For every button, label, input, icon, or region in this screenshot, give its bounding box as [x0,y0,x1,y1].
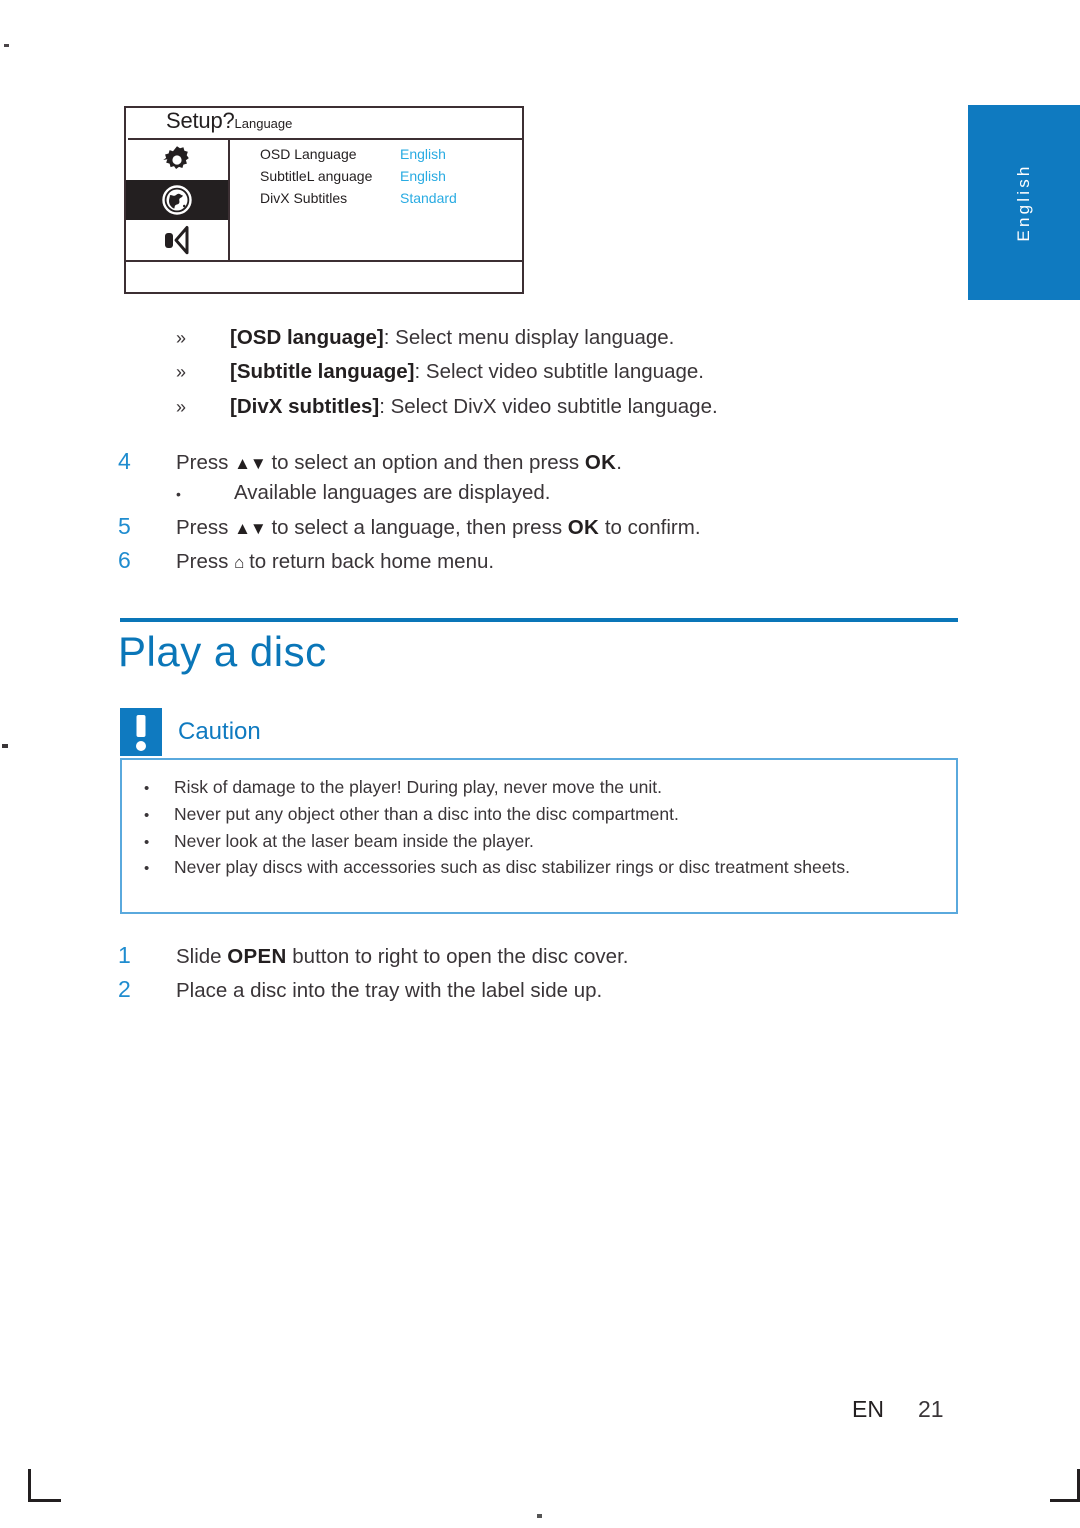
option-desc: : Select DivX video subtitle language. [379,394,718,418]
osd-footer-bar [126,260,522,292]
step-item: 6 Press ⌂ to return back home menu. [118,543,978,577]
registration-tick-top-left [4,44,9,47]
step-text: Place a disc into the tray with the labe… [176,979,603,1003]
list-item: » [OSD language]: Select menu display la… [176,324,976,352]
crop-mark-bottom-left-vertical [28,1469,31,1502]
option-term: [DivX subtitles] [230,394,380,418]
option-desc: : Select menu display language. [383,326,675,349]
list-item: » [DivX subtitles]: Select DivX video su… [176,393,976,421]
language-tab-label: English [1014,163,1033,242]
osd-row-subtitle-language[interactable]: SubtitleL anguage English [260,168,510,190]
option-term: [OSD language] [230,326,384,349]
speaker-icon [159,224,195,256]
globe-icon [160,183,194,217]
option-desc: : Select video subtitle language. [414,360,704,384]
caution-list: • Risk of damage to the player! During p… [122,760,956,881]
osd-row-divx-subtitles[interactable]: DivX Subtitles Standard [260,190,510,212]
bullet-marker: • [176,486,181,503]
osd-icon-column [126,140,230,260]
osd-tab-language-settings[interactable] [126,180,228,220]
list-item: • Risk of damage to the player! During p… [144,774,956,801]
step-note-text: Available languages are displayed. [234,481,551,505]
registration-tick-bottom-center [537,1514,542,1518]
list-item: » [Subtitle language]: Select video subt… [176,358,976,386]
step-item: 4 Press ▲▼ to select an option and then … [118,444,978,478]
step-number: 4 [118,448,131,474]
bullet-marker: • [144,860,150,878]
page-title: Play a disc [118,628,327,675]
key-glyph: ⌂ [234,552,244,572]
section-divider [120,618,958,622]
option-description-list: » [OSD language]: Select menu display la… [176,324,976,427]
step-text: Press ▲▼ to select a language, then pres… [176,515,701,539]
osd-row-value: English [400,168,446,184]
list-item-text: [Subtitle language]: Select video subtit… [230,358,704,386]
caution-label: Caution [178,718,261,745]
osd-row-value: Standard [400,190,457,206]
osd-title-sub: Language [234,116,293,131]
bullet-marker: • [144,833,150,851]
key-glyph: ▲▼ [234,454,267,473]
chevron-marker: » [176,362,187,383]
play-disc-steps-list: 1 Slide OPEN button to right to open the… [118,938,978,1007]
step-number: 5 [118,512,131,539]
list-item-text: [OSD language]: Select menu display lang… [230,324,674,352]
footer-page-number: 21 [917,1396,944,1422]
footer-locale: EN [852,1396,884,1422]
step-number: 1 [118,942,131,968]
osd-body: OSD Language English SubtitleL anguage E… [126,140,522,260]
exclamation-dot [136,741,146,751]
list-item: • Never put any object other than a disc… [144,801,956,828]
crop-mark-bottom-left-horizontal [28,1499,61,1502]
osd-settings-list: OSD Language English SubtitleL anguage E… [260,146,510,212]
step-text: Slide OPEN button to right to open the d… [176,945,629,968]
list-item: • Never play discs with accessories such… [144,854,956,881]
language-tab: English [968,105,1080,300]
language-steps-list: 4 Press ▲▼ to select an option and then … [118,444,978,577]
option-term: [Subtitle language] [230,360,415,384]
key-glyph: ▲▼ [234,518,267,538]
osd-row-osd-language[interactable]: OSD Language English [260,146,510,168]
step-text: Press ▲▼ to select an option and then pr… [176,451,622,474]
caution-item-text: Never look at the laser beam inside the … [174,830,534,851]
step-item: 5 Press ▲▼ to select a language, then pr… [118,509,978,543]
exclamation-stem [136,715,146,737]
page-footer: EN 21 [852,1396,944,1423]
step-note: • Available languages are displayed. [118,478,978,508]
osd-title-row: Setup?Language [126,108,522,136]
step-number: 6 [118,546,131,573]
list-item-text: [DivX subtitles]: Select DivX video subt… [230,393,718,421]
osd-row-label: OSD Language [260,146,357,162]
chevron-marker: » [176,396,187,417]
osd-tab-general-settings[interactable] [126,140,228,180]
step-number: 2 [118,976,131,1003]
osd-row-value: English [400,146,446,162]
chevron-marker: » [176,328,187,348]
osd-title-main: Setup? [166,108,235,133]
list-item: • Never look at the laser beam inside th… [144,828,956,855]
caution-item-text: Never play discs with accessories such a… [174,857,850,878]
osd-screenshot: Setup?Language OSD Language English Subt… [124,106,524,294]
registration-tick-middle-left [2,744,8,748]
caution-item-text: Risk of damage to the player! During pla… [174,777,662,797]
caution-header: Caution [120,708,261,756]
osd-row-label: SubtitleL anguage [260,168,373,184]
step-text: Press ⌂ to return back home menu. [176,549,495,573]
osd-tab-audio-settings[interactable] [126,220,228,260]
gear-icon [160,143,194,177]
bullet-marker: • [144,780,150,797]
caution-item-text: Never put any object other than a disc i… [174,803,679,824]
caution-box: • Risk of damage to the player! During p… [120,758,958,914]
bullet-marker: • [144,806,150,824]
step-item: 2 Place a disc into the tray with the la… [118,972,978,1006]
step-item: 1 Slide OPEN button to right to open the… [118,938,978,972]
osd-row-label: DivX Subtitles [260,190,348,206]
exclamation-icon [120,708,162,756]
crop-mark-bottom-right-horizontal [1050,1499,1080,1502]
